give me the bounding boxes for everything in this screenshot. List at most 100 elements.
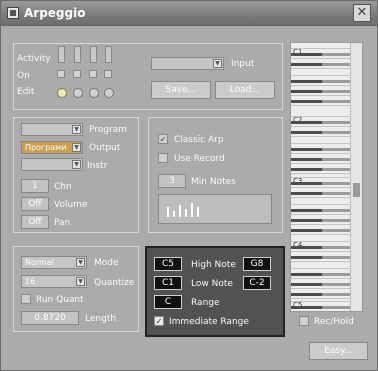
white-key[interactable] [291,251,351,252]
white-key[interactable] [291,163,351,164]
white-key[interactable] [291,126,351,127]
white-key[interactable] [291,214,351,215]
black-key[interactable] [291,219,322,222]
edit-radio-2[interactable] [73,88,83,98]
black-key[interactable] [291,100,322,103]
white-key[interactable] [291,58,351,59]
black-key[interactable] [291,192,322,195]
black-key[interactable] [291,182,322,185]
on-toggle-4[interactable] [104,70,112,78]
scroll-thumb[interactable] [353,183,360,197]
high-note-left-field[interactable]: C5 [154,257,182,271]
white-key[interactable] [291,298,351,299]
volume-field[interactable]: Off [21,197,49,211]
white-key[interactable] [291,204,351,205]
white-key[interactable] [291,105,351,106]
black-key[interactable] [291,53,322,56]
white-key[interactable] [291,288,351,289]
white-key[interactable] [291,153,351,154]
black-key[interactable] [291,148,322,151]
output-dropdown[interactable]: Програми ▼ [21,141,83,154]
white-key[interactable] [291,95,351,96]
black-key[interactable] [291,168,322,171]
piano-keyboard[interactable]: C1 C2 C3 C4 C5 [290,42,363,312]
on-toggle-2[interactable] [73,70,81,78]
white-key[interactable] [291,224,351,225]
use-record-checkbox[interactable] [158,153,168,163]
black-key-extension [322,131,350,134]
black-key[interactable] [291,273,322,276]
white-key[interactable] [291,143,351,144]
on-label: On [17,71,30,81]
black-key[interactable] [291,209,322,212]
black-key[interactable] [291,121,322,124]
easy-button[interactable]: Easy... [309,342,368,360]
low-note-right-field[interactable]: C-2 [243,276,271,290]
white-key[interactable] [291,234,351,235]
black-key[interactable] [291,131,322,134]
high-note-label: High Note [191,260,236,270]
edit-radio-3[interactable] [89,88,99,98]
load-button[interactable]: Load... [215,81,275,99]
edit-radio-1[interactable] [57,88,67,98]
black-key[interactable] [291,256,322,259]
black-key-extension [322,306,350,309]
window-title: Arpeggio [24,6,86,20]
edit-radio-4[interactable] [104,88,114,98]
black-key-extension [322,283,350,286]
white-key[interactable] [291,241,351,242]
black-key[interactable] [291,246,322,249]
piano-scrollbar[interactable] [350,43,362,311]
close-button[interactable]: ✕ [353,4,371,22]
black-key[interactable] [291,80,322,83]
white-key[interactable] [291,48,351,49]
white-key[interactable] [291,75,351,76]
white-key[interactable] [291,301,351,302]
quantize-dropdown[interactable]: 16 ▼ [21,275,87,288]
run-quant-checkbox[interactable] [21,294,31,304]
mode-value: Normal [25,258,54,267]
classic-arp-checkbox[interactable]: ✓ [158,134,168,144]
black-key[interactable] [291,283,322,286]
pattern-display[interactable] [158,194,272,224]
white-key[interactable] [291,268,351,269]
input-label: Input [231,59,255,69]
input-dropdown[interactable]: ▼ [151,57,224,70]
mode-dropdown[interactable]: Normal ▼ [21,256,87,269]
white-key[interactable] [291,68,351,69]
white-key[interactable] [291,187,351,188]
black-key[interactable] [291,293,322,296]
min-notes-field[interactable]: 3 [158,174,186,188]
high-note-right-field[interactable]: G8 [243,257,271,271]
black-key[interactable] [291,158,322,161]
pan-field[interactable]: Off [21,215,49,229]
title-bar[interactable]: Arpeggio ✕ [1,1,377,26]
save-button[interactable]: Save... [151,81,211,99]
black-key[interactable] [291,229,322,232]
white-key[interactable] [291,177,351,178]
length-field[interactable]: 0.8720 [21,311,79,325]
white-key[interactable] [291,197,351,198]
white-key[interactable] [291,85,351,86]
channel-field[interactable]: 1 [21,179,49,193]
immediate-range-checkbox[interactable]: ✓ [154,316,164,326]
black-key-extension [322,219,350,222]
white-key[interactable] [291,278,351,279]
instr-dropdown[interactable]: ▼ [21,158,83,171]
program-dropdown[interactable]: ▼ [21,123,83,136]
black-key[interactable] [291,306,322,309]
white-key[interactable] [291,116,351,117]
on-toggle-3[interactable] [89,70,97,78]
range-panel: C5 High Note G8 C1 Low Note C-2 C Range … [145,246,285,337]
low-note-left-field[interactable]: C1 [154,276,182,290]
black-key-extension [322,53,350,56]
white-key[interactable] [291,173,351,174]
app-icon [7,7,19,19]
rec-hold-checkbox[interactable] [299,316,309,326]
white-key[interactable] [291,136,351,137]
range-field[interactable]: C [154,295,182,309]
on-toggle-1[interactable] [57,70,65,78]
black-key[interactable] [291,63,322,66]
white-key[interactable] [291,261,351,262]
black-key[interactable] [291,90,322,93]
